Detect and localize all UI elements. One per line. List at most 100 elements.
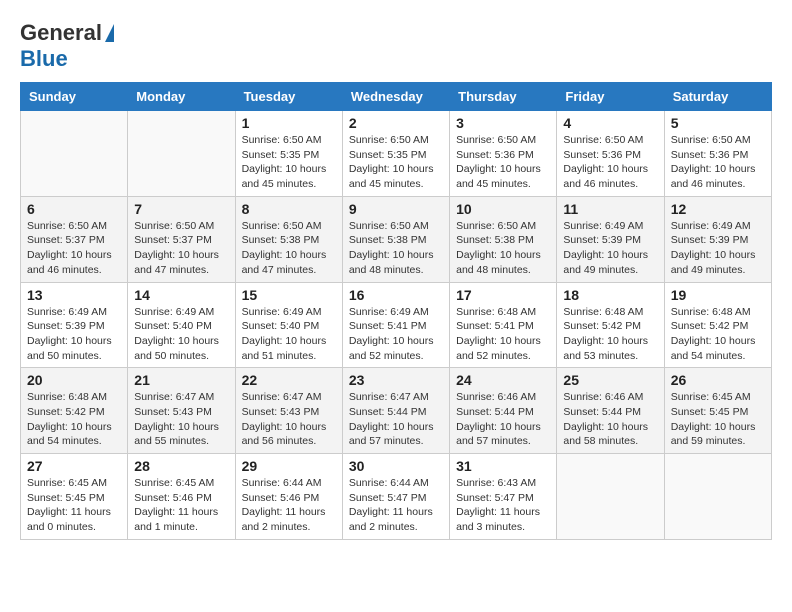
calendar-table: SundayMondayTuesdayWednesdayThursdayFrid…	[20, 82, 772, 540]
day-number: 6	[27, 201, 121, 217]
calendar-cell: 15 Sunrise: 6:49 AM Sunset: 5:40 PM Dayli…	[235, 282, 342, 368]
calendar-cell: 25 Sunrise: 6:46 AM Sunset: 5:44 PM Dayli…	[557, 368, 664, 454]
logo-general: General	[20, 20, 102, 46]
day-info: Sunrise: 6:48 AM Sunset: 5:42 PM Dayligh…	[671, 305, 765, 364]
calendar-body: 1Sunrise: 6:50 AM Sunset: 5:35 PM Daylig…	[21, 111, 772, 540]
day-info: Sunrise: 6:50 AM Sunset: 5:35 PM Dayligh…	[242, 133, 336, 192]
calendar-cell: 18 Sunrise: 6:48 AM Sunset: 5:42 PM Dayli…	[557, 282, 664, 368]
day-info: Sunrise: 6:49 AM Sunset: 5:39 PM Dayligh…	[671, 219, 765, 278]
day-info: Sunrise: 6:46 AM Sunset: 5:44 PM Dayligh…	[456, 390, 550, 449]
calendar-cell	[128, 111, 235, 197]
calendar-cell: 6 Sunrise: 6:50 AM Sunset: 5:37 PM Daylig…	[21, 196, 128, 282]
day-number: 2	[349, 115, 443, 131]
day-number: 29	[242, 458, 336, 474]
day-info: Sunrise: 6:49 AM Sunset: 5:39 PM Dayligh…	[563, 219, 657, 278]
logo-blue: Blue	[20, 46, 114, 72]
day-number: 25	[563, 372, 657, 388]
calendar-cell: 1Sunrise: 6:50 AM Sunset: 5:35 PM Daylig…	[235, 111, 342, 197]
calendar-cell	[664, 454, 771, 540]
day-info: Sunrise: 6:50 AM Sunset: 5:36 PM Dayligh…	[456, 133, 550, 192]
calendar-cell: 13Sunrise: 6:49 AM Sunset: 5:39 PM Dayli…	[21, 282, 128, 368]
day-info: Sunrise: 6:48 AM Sunset: 5:42 PM Dayligh…	[27, 390, 121, 449]
day-info: Sunrise: 6:43 AM Sunset: 5:47 PM Dayligh…	[456, 476, 550, 535]
calendar-day-header: Tuesday	[235, 83, 342, 111]
calendar-cell: 17Sunrise: 6:48 AM Sunset: 5:41 PM Dayli…	[450, 282, 557, 368]
day-info: Sunrise: 6:50 AM Sunset: 5:36 PM Dayligh…	[671, 133, 765, 192]
calendar-day-header: Monday	[128, 83, 235, 111]
calendar-day-header: Thursday	[450, 83, 557, 111]
calendar-cell: 4 Sunrise: 6:50 AM Sunset: 5:36 PM Daylig…	[557, 111, 664, 197]
calendar-cell: 28 Sunrise: 6:45 AM Sunset: 5:46 PM Dayli…	[128, 454, 235, 540]
calendar-cell: 14 Sunrise: 6:49 AM Sunset: 5:40 PM Dayli…	[128, 282, 235, 368]
calendar-week-row: 13Sunrise: 6:49 AM Sunset: 5:39 PM Dayli…	[21, 282, 772, 368]
calendar-cell: 23 Sunrise: 6:47 AM Sunset: 5:44 PM Dayli…	[342, 368, 449, 454]
day-number: 15	[242, 287, 336, 303]
day-number: 18	[563, 287, 657, 303]
day-info: Sunrise: 6:50 AM Sunset: 5:38 PM Dayligh…	[242, 219, 336, 278]
calendar-cell: 31 Sunrise: 6:43 AM Sunset: 5:47 PM Dayli…	[450, 454, 557, 540]
day-number: 26	[671, 372, 765, 388]
day-info: Sunrise: 6:50 AM Sunset: 5:38 PM Dayligh…	[456, 219, 550, 278]
day-number: 19	[671, 287, 765, 303]
day-number: 27	[27, 458, 121, 474]
calendar-cell: 5 Sunrise: 6:50 AM Sunset: 5:36 PM Daylig…	[664, 111, 771, 197]
day-number: 30	[349, 458, 443, 474]
calendar-cell: 10 Sunrise: 6:50 AM Sunset: 5:38 PM Dayli…	[450, 196, 557, 282]
day-number: 13	[27, 287, 121, 303]
day-number: 10	[456, 201, 550, 217]
day-number: 14	[134, 287, 228, 303]
calendar-cell: 8 Sunrise: 6:50 AM Sunset: 5:38 PM Daylig…	[235, 196, 342, 282]
calendar-cell: 27 Sunrise: 6:45 AM Sunset: 5:45 PM Dayli…	[21, 454, 128, 540]
day-number: 24	[456, 372, 550, 388]
day-number: 20	[27, 372, 121, 388]
calendar-cell: 2 Sunrise: 6:50 AM Sunset: 5:35 PM Daylig…	[342, 111, 449, 197]
calendar-week-row: 6 Sunrise: 6:50 AM Sunset: 5:37 PM Daylig…	[21, 196, 772, 282]
calendar-day-header: Sunday	[21, 83, 128, 111]
calendar-cell: 24 Sunrise: 6:46 AM Sunset: 5:44 PM Dayli…	[450, 368, 557, 454]
day-number: 21	[134, 372, 228, 388]
day-number: 4	[563, 115, 657, 131]
day-number: 31	[456, 458, 550, 474]
day-info: Sunrise: 6:45 AM Sunset: 5:45 PM Dayligh…	[27, 476, 121, 535]
day-number: 23	[349, 372, 443, 388]
calendar-week-row: 1Sunrise: 6:50 AM Sunset: 5:35 PM Daylig…	[21, 111, 772, 197]
day-info: Sunrise: 6:44 AM Sunset: 5:46 PM Dayligh…	[242, 476, 336, 535]
day-number: 12	[671, 201, 765, 217]
calendar-day-header: Friday	[557, 83, 664, 111]
day-number: 3	[456, 115, 550, 131]
calendar-header-row: SundayMondayTuesdayWednesdayThursdayFrid…	[21, 83, 772, 111]
day-info: Sunrise: 6:45 AM Sunset: 5:46 PM Dayligh…	[134, 476, 228, 535]
calendar-day-header: Saturday	[664, 83, 771, 111]
calendar-cell: 21Sunrise: 6:47 AM Sunset: 5:43 PM Dayli…	[128, 368, 235, 454]
day-info: Sunrise: 6:50 AM Sunset: 5:37 PM Dayligh…	[27, 219, 121, 278]
day-info: Sunrise: 6:47 AM Sunset: 5:43 PM Dayligh…	[242, 390, 336, 449]
day-info: Sunrise: 6:49 AM Sunset: 5:40 PM Dayligh…	[242, 305, 336, 364]
calendar-cell: 7 Sunrise: 6:50 AM Sunset: 5:37 PM Daylig…	[128, 196, 235, 282]
calendar-cell: 22 Sunrise: 6:47 AM Sunset: 5:43 PM Dayli…	[235, 368, 342, 454]
calendar-day-header: Wednesday	[342, 83, 449, 111]
day-number: 22	[242, 372, 336, 388]
calendar-cell: 20 Sunrise: 6:48 AM Sunset: 5:42 PM Dayli…	[21, 368, 128, 454]
page-header: General Blue	[20, 20, 772, 72]
day-number: 11	[563, 201, 657, 217]
day-info: Sunrise: 6:50 AM Sunset: 5:35 PM Dayligh…	[349, 133, 443, 192]
day-number: 7	[134, 201, 228, 217]
day-info: Sunrise: 6:46 AM Sunset: 5:44 PM Dayligh…	[563, 390, 657, 449]
day-info: Sunrise: 6:49 AM Sunset: 5:40 PM Dayligh…	[134, 305, 228, 364]
calendar-cell: 9Sunrise: 6:50 AM Sunset: 5:38 PM Daylig…	[342, 196, 449, 282]
day-number: 28	[134, 458, 228, 474]
day-number: 5	[671, 115, 765, 131]
day-info: Sunrise: 6:44 AM Sunset: 5:47 PM Dayligh…	[349, 476, 443, 535]
day-info: Sunrise: 6:47 AM Sunset: 5:44 PM Dayligh…	[349, 390, 443, 449]
calendar-cell	[557, 454, 664, 540]
calendar-week-row: 20 Sunrise: 6:48 AM Sunset: 5:42 PM Dayli…	[21, 368, 772, 454]
day-number: 8	[242, 201, 336, 217]
day-info: Sunrise: 6:48 AM Sunset: 5:42 PM Dayligh…	[563, 305, 657, 364]
logo: General Blue	[20, 20, 114, 72]
calendar-cell: 12 Sunrise: 6:49 AM Sunset: 5:39 PM Dayli…	[664, 196, 771, 282]
day-number: 9	[349, 201, 443, 217]
calendar-cell: 30 Sunrise: 6:44 AM Sunset: 5:47 PM Dayli…	[342, 454, 449, 540]
day-info: Sunrise: 6:50 AM Sunset: 5:37 PM Dayligh…	[134, 219, 228, 278]
day-info: Sunrise: 6:50 AM Sunset: 5:36 PM Dayligh…	[563, 133, 657, 192]
calendar-cell: 11 Sunrise: 6:49 AM Sunset: 5:39 PM Dayli…	[557, 196, 664, 282]
